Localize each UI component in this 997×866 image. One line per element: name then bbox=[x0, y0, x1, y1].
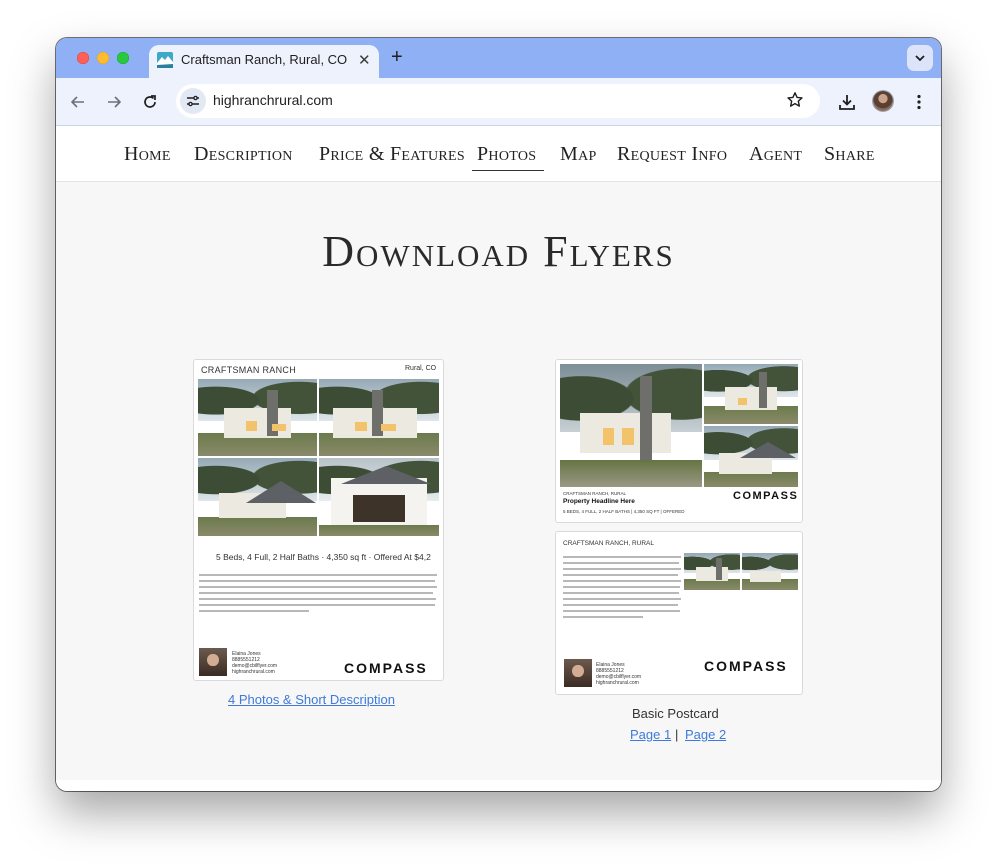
postcard-location: CRAFTSMAN RANCH, RURAL bbox=[563, 491, 627, 496]
nav-home[interactable]: Home bbox=[124, 143, 171, 166]
compass-logo: COMPASS bbox=[733, 490, 799, 502]
nav-price-features[interactable]: Price & Features bbox=[319, 143, 465, 166]
forward-arrow-icon bbox=[108, 96, 122, 108]
reload-button[interactable] bbox=[139, 91, 161, 113]
plus-icon[interactable]: + bbox=[391, 46, 403, 69]
favicon-mountain-icon bbox=[157, 52, 173, 68]
flyer-thumbnail-photos[interactable]: CRAFTSMAN RANCH Rural, CO 5 Beds, 4 Full… bbox=[193, 359, 444, 681]
close-window-button[interactable] bbox=[77, 52, 89, 64]
tab-search-button[interactable] bbox=[907, 45, 933, 71]
postcard-page1-thumbnail[interactable]: CRAFTSMAN RANCH, RURAL Property Headline… bbox=[555, 359, 803, 523]
agent-photo bbox=[564, 659, 592, 687]
compass-logo: COMPASS bbox=[344, 660, 428, 676]
house-photo bbox=[704, 426, 798, 487]
avatar[interactable] bbox=[873, 91, 893, 111]
star-icon[interactable] bbox=[786, 91, 804, 109]
close-icon[interactable]: ✕ bbox=[358, 51, 371, 69]
url-text[interactable]: highranchrural.com bbox=[213, 92, 333, 108]
page-title: Download Flyers bbox=[322, 227, 675, 276]
forward-button[interactable] bbox=[103, 91, 125, 113]
agent-site: highranchrural.com bbox=[596, 680, 639, 686]
download-button[interactable] bbox=[836, 91, 858, 113]
more-vert-icon bbox=[917, 94, 921, 110]
tab-title: Craftsman Ranch, Rural, CO bbox=[181, 52, 348, 67]
postcard-page1-link[interactable]: Page 1 bbox=[630, 727, 671, 742]
nav-request-info[interactable]: Request Info bbox=[617, 143, 727, 166]
flyer-location: Rural, CO bbox=[405, 365, 437, 372]
nav-photos[interactable]: Photos bbox=[477, 143, 536, 166]
house-photo bbox=[319, 379, 439, 456]
flyer-title: CRAFTSMAN RANCH bbox=[201, 365, 297, 375]
agent-photo bbox=[199, 648, 227, 676]
back-button[interactable] bbox=[67, 91, 89, 113]
reload-icon bbox=[144, 95, 156, 108]
postcard-stats: 5 BEDS, 4 FULL, 2 HALF BATHS | 4,350 SQ … bbox=[563, 509, 685, 514]
house-photo bbox=[684, 553, 740, 590]
tab-strip: Craftsman Ranch, Rural, CO ✕ + bbox=[56, 38, 941, 78]
house-photo bbox=[704, 364, 798, 424]
site-settings-icon bbox=[187, 95, 199, 107]
house-photo bbox=[560, 364, 702, 487]
house-photo bbox=[742, 553, 798, 590]
house-photo bbox=[319, 458, 439, 536]
flyer-stats: 5 Beds, 4 Full, 2 Half Baths · 4,350 sq … bbox=[216, 552, 431, 562]
postcard-headline: Property Headline Here bbox=[563, 498, 635, 505]
agent-site: highranchrural.com bbox=[232, 669, 275, 675]
link-separator: | bbox=[675, 727, 679, 742]
house-photo bbox=[198, 379, 317, 456]
address-bar[interactable]: highranchrural.com bbox=[176, 84, 820, 118]
download-icon bbox=[839, 95, 855, 110]
site-info-button[interactable] bbox=[180, 88, 206, 114]
footer-strip bbox=[56, 780, 941, 791]
postcard-caption: Basic Postcard bbox=[632, 706, 719, 721]
nav-share[interactable]: Share bbox=[824, 143, 875, 166]
minimize-window-button[interactable] bbox=[97, 52, 109, 64]
browser-tab[interactable]: Craftsman Ranch, Rural, CO ✕ bbox=[149, 45, 379, 78]
more-menu-button[interactable] bbox=[908, 91, 930, 113]
site-navigation: Home Description Price & Features Photos… bbox=[56, 126, 941, 182]
chevron-down-icon bbox=[915, 55, 925, 62]
nav-agent[interactable]: Agent bbox=[749, 143, 802, 166]
flyer1-download-link[interactable]: 4 Photos & Short Description bbox=[228, 692, 395, 707]
nav-map[interactable]: Map bbox=[560, 143, 597, 166]
back-arrow-icon bbox=[70, 96, 84, 108]
nav-description[interactable]: Description bbox=[194, 143, 293, 166]
active-nav-underline bbox=[472, 170, 544, 171]
postcard-page2-thumbnail[interactable]: CRAFTSMAN RANCH, RURAL Elaina Jones 8885… bbox=[555, 531, 803, 695]
page-content: Home Description Price & Features Photos… bbox=[56, 126, 941, 791]
browser-toolbar: highranchrural.com bbox=[56, 78, 941, 126]
compass-logo: COMPASS bbox=[704, 658, 788, 674]
house-photo bbox=[198, 458, 317, 536]
zoom-window-button[interactable] bbox=[117, 52, 129, 64]
browser-window: Craftsman Ranch, Rural, CO ✕ + highranch… bbox=[56, 38, 941, 791]
postcard-title: CRAFTSMAN RANCH, RURAL bbox=[563, 540, 655, 547]
postcard-page2-link[interactable]: Page 2 bbox=[685, 727, 726, 742]
